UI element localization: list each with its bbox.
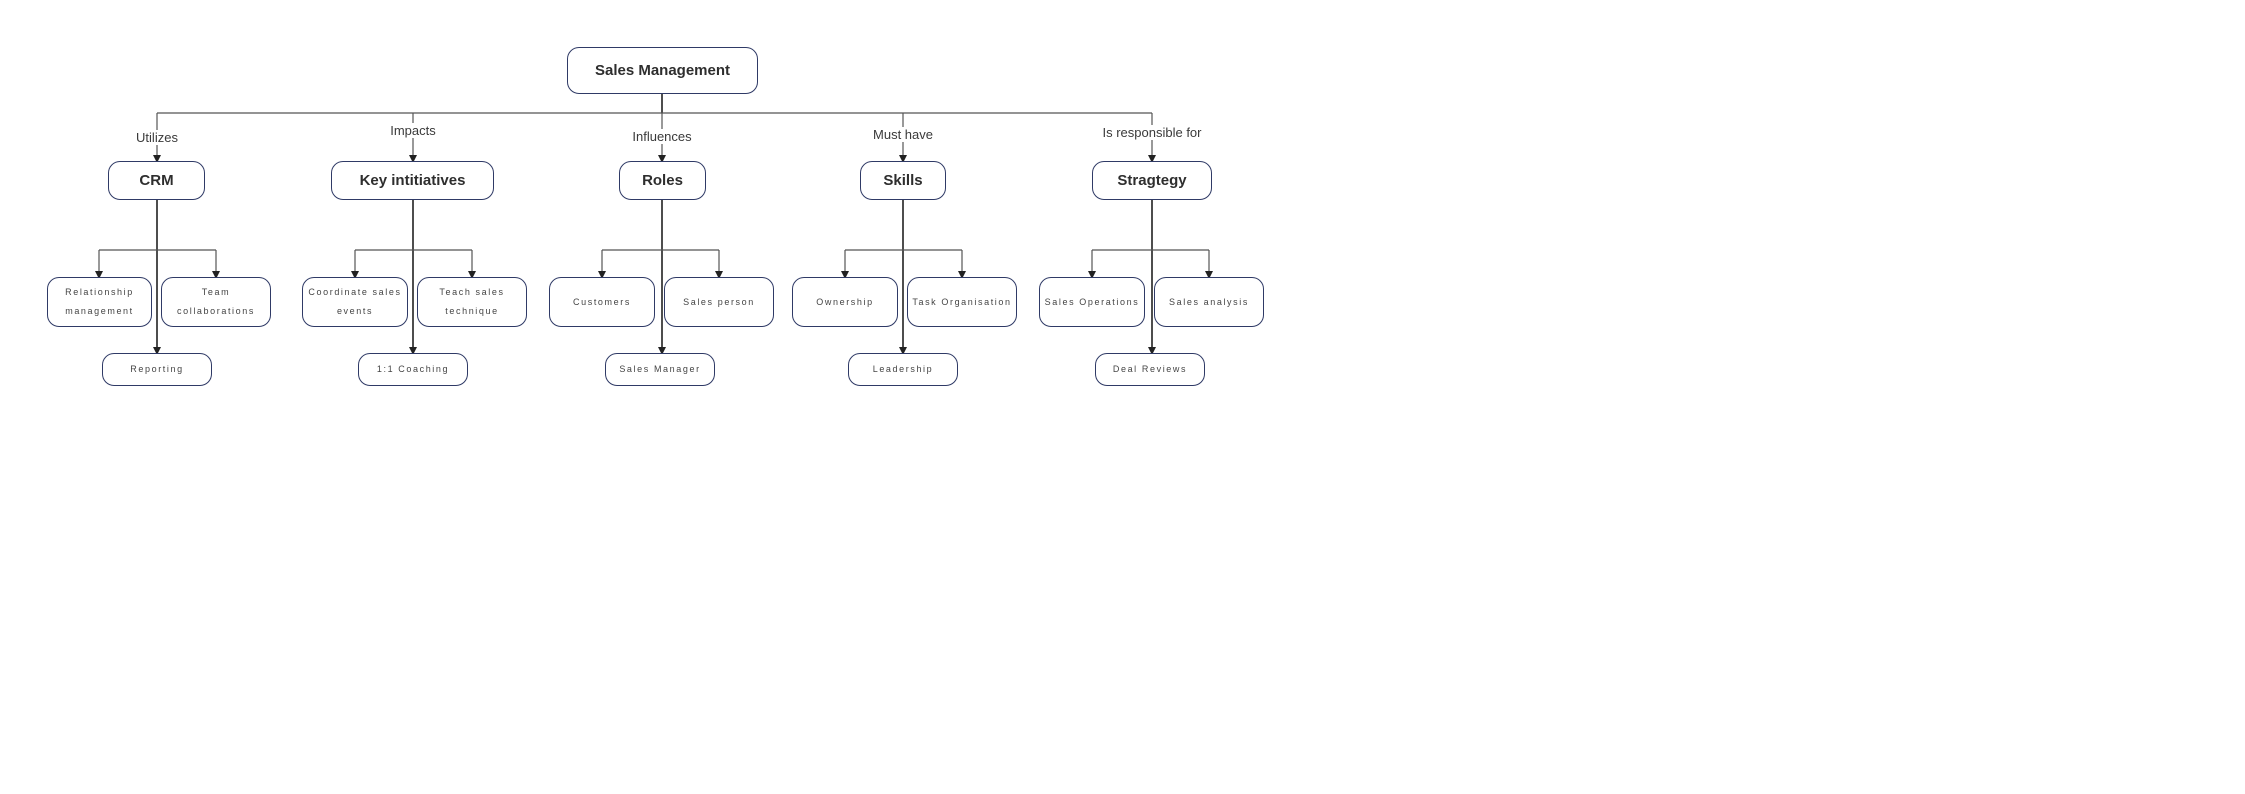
node-sales-manager-label: Sales Manager	[619, 364, 701, 374]
node-sales-person-label: Sales person	[683, 296, 755, 307]
node-crm-label: CRM	[139, 172, 174, 189]
node-leadership[interactable]: Leadership	[848, 353, 958, 386]
node-customers[interactable]: Customers	[549, 277, 655, 327]
node-deal-reviews-label: Deal Reviews	[1112, 364, 1188, 374]
node-ownership-label: Ownership	[816, 296, 874, 307]
node-teach-sales-technique-label: Teach sales technique	[439, 287, 505, 316]
edge-label-utilizes: Utilizes	[135, 130, 179, 145]
node-crm[interactable]: CRM	[108, 161, 205, 200]
node-key-initiatives-label: Key intitiatives	[359, 172, 466, 189]
node-customers-label: Customers	[573, 296, 631, 307]
node-skills-label: Skills	[883, 172, 923, 189]
node-roles-label: Roles	[642, 172, 683, 189]
node-roles[interactable]: Roles	[619, 161, 706, 200]
node-deal-reviews[interactable]: Deal Reviews	[1095, 353, 1205, 386]
node-reporting-label: Reporting	[130, 364, 184, 374]
node-key-initiatives[interactable]: Key intitiatives	[331, 161, 494, 200]
diagram-canvas: Sales Management Utilizes Impacts Influe…	[0, 0, 2245, 794]
node-one-on-one-coaching-label: 1:1 Coaching	[376, 364, 450, 374]
node-reporting[interactable]: Reporting	[102, 353, 212, 386]
node-team-collaborations[interactable]: Team collaborations	[161, 277, 271, 327]
node-strategy-label: Stragtegy	[1117, 172, 1187, 189]
root-node-label: Sales Management	[594, 62, 731, 79]
node-sales-operations-label: Sales Operations	[1044, 296, 1140, 307]
node-team-collaborations-label: Team collaborations	[177, 287, 255, 316]
connector-layer	[95, 94, 1213, 355]
node-one-on-one-coaching[interactable]: 1:1 Coaching	[358, 353, 468, 386]
node-task-organisation-label: Task Organisation	[912, 296, 1012, 307]
node-ownership[interactable]: Ownership	[792, 277, 898, 327]
node-relationship-management[interactable]: Relationship management	[47, 277, 152, 327]
node-relationship-management-label: Relationship management	[65, 287, 134, 316]
root-node-sales-management[interactable]: Sales Management	[567, 47, 758, 94]
node-skills[interactable]: Skills	[860, 161, 946, 200]
node-sales-analysis-label: Sales analysis	[1169, 296, 1249, 307]
edge-label-impacts: Impacts	[389, 123, 437, 138]
node-sales-operations[interactable]: Sales Operations	[1039, 277, 1145, 327]
node-leadership-label: Leadership	[872, 364, 934, 374]
node-coordinate-sales-events-label: Coordinate sales events	[308, 287, 402, 316]
node-coordinate-sales-events[interactable]: Coordinate sales events	[302, 277, 408, 327]
node-teach-sales-technique[interactable]: Teach sales technique	[417, 277, 527, 327]
node-strategy[interactable]: Stragtegy	[1092, 161, 1212, 200]
node-sales-person[interactable]: Sales person	[664, 277, 774, 327]
node-sales-analysis[interactable]: Sales analysis	[1154, 277, 1264, 327]
node-sales-manager[interactable]: Sales Manager	[605, 353, 715, 386]
edge-label-is-responsible-for: Is responsible for	[1101, 125, 1203, 140]
node-task-organisation[interactable]: Task Organisation	[907, 277, 1017, 327]
edge-label-influences: Influences	[631, 129, 693, 144]
edge-label-must-have: Must have	[872, 127, 934, 142]
